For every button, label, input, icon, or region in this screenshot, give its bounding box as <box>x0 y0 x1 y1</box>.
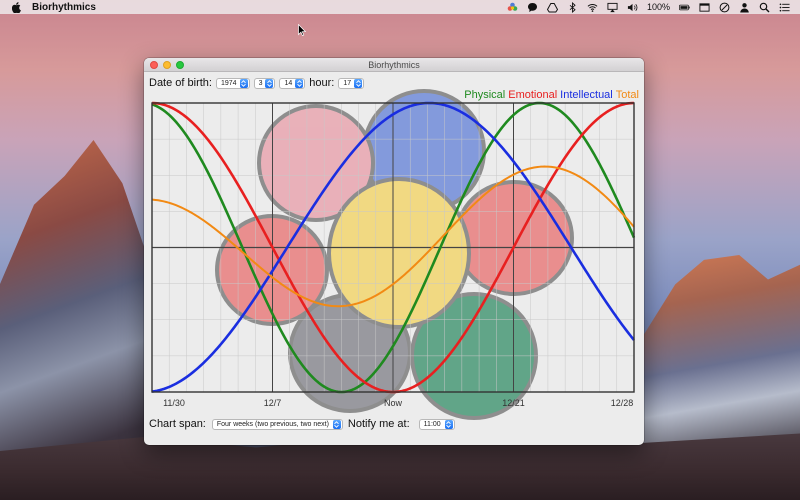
x-axis-ticks: 11/30 12/7 Now 12/21 12/28 <box>163 398 633 408</box>
x-tick-label: 12/7 <box>264 398 282 408</box>
legend-emotional: Emotional <box>508 89 558 101</box>
x-tick-label: 11/30 <box>163 398 185 408</box>
dob-day-value: 14 <box>284 79 293 87</box>
stepper-arrows-icon[interactable] <box>295 78 304 88</box>
hour-label: hour: <box>309 77 335 89</box>
flower-artwork <box>215 89 574 420</box>
legend-intellectual: Intellectual <box>560 89 613 101</box>
apple-menu-icon[interactable] <box>12 1 22 13</box>
user-icon[interactable] <box>739 2 750 13</box>
stepper-arrows-icon[interactable] <box>265 78 274 88</box>
birth-controls: Date of birth: 1974 3 14 hour: 17 <box>149 76 365 90</box>
dob-month-value: 3 <box>258 79 263 87</box>
popup-arrows-icon[interactable] <box>332 419 341 429</box>
stepper-arrows-icon[interactable] <box>354 78 363 88</box>
battery-icon[interactable] <box>679 2 690 13</box>
biorhythm-chart: 11/30 12/7 Now 12/21 12/28 <box>151 89 636 420</box>
dob-label: Date of birth: <box>149 77 212 89</box>
app-menu-name[interactable]: Biorhythmics <box>32 2 96 13</box>
mouse-pointer-icon <box>298 23 307 37</box>
spotlight-search-icon[interactable] <box>759 2 770 13</box>
legend-total: Total <box>615 89 639 101</box>
window-display-icon[interactable] <box>699 2 710 13</box>
stepper-arrows-icon[interactable] <box>239 78 248 88</box>
chart-span-label: Chart span: <box>149 418 206 430</box>
wifi-icon[interactable] <box>587 2 598 13</box>
volume-icon[interactable] <box>627 2 638 13</box>
bluetooth-icon[interactable] <box>567 1 578 13</box>
popup-arrows-icon[interactable] <box>444 419 453 429</box>
x-tick-label: Now <box>384 398 403 408</box>
chart-options: Chart span: Four weeks (two previous, tw… <box>149 417 455 431</box>
drive-triangle-icon[interactable] <box>546 2 558 13</box>
notify-time-value: 11:00 <box>423 420 441 428</box>
hour-stepper[interactable]: 17 <box>338 77 365 89</box>
dob-year-value: 1974 <box>220 79 237 87</box>
legend-physical: Physical <box>464 89 506 101</box>
x-tick-label: 12/28 <box>611 398 634 408</box>
hour-value: 17 <box>343 79 352 87</box>
time-circle-icon[interactable] <box>719 2 730 13</box>
dob-month-stepper[interactable]: 3 <box>253 77 276 89</box>
notification-center-icon[interactable] <box>779 2 790 13</box>
chart-legend: Physical Emotional Intellectual Total <box>464 89 639 101</box>
dob-year-stepper[interactable]: 1974 <box>215 77 250 89</box>
battery-percent[interactable]: 100% <box>647 2 670 12</box>
dob-day-stepper[interactable]: 14 <box>279 77 306 89</box>
menu-bar: Biorhythmics 100% <box>0 0 800 14</box>
x-tick-label: 12/21 <box>502 398 525 408</box>
biorhythmics-window: Biorhythmics 11/30 12/7 Now 12/21 12/28 Date… <box>144 58 644 445</box>
status-items: 100% <box>507 1 800 13</box>
colorful-app-icon[interactable] <box>507 2 518 13</box>
notify-label: Notify me at: <box>347 418 410 430</box>
chat-bubble-icon[interactable] <box>527 2 538 13</box>
chart-span-value: Four weeks (two previous, two next) <box>216 420 329 428</box>
airplay-icon[interactable] <box>607 2 618 13</box>
notify-time-popup[interactable]: 11:00 <box>418 418 455 430</box>
chart-grid <box>151 103 635 392</box>
chart-span-popup[interactable]: Four weeks (two previous, two next) <box>211 418 343 430</box>
